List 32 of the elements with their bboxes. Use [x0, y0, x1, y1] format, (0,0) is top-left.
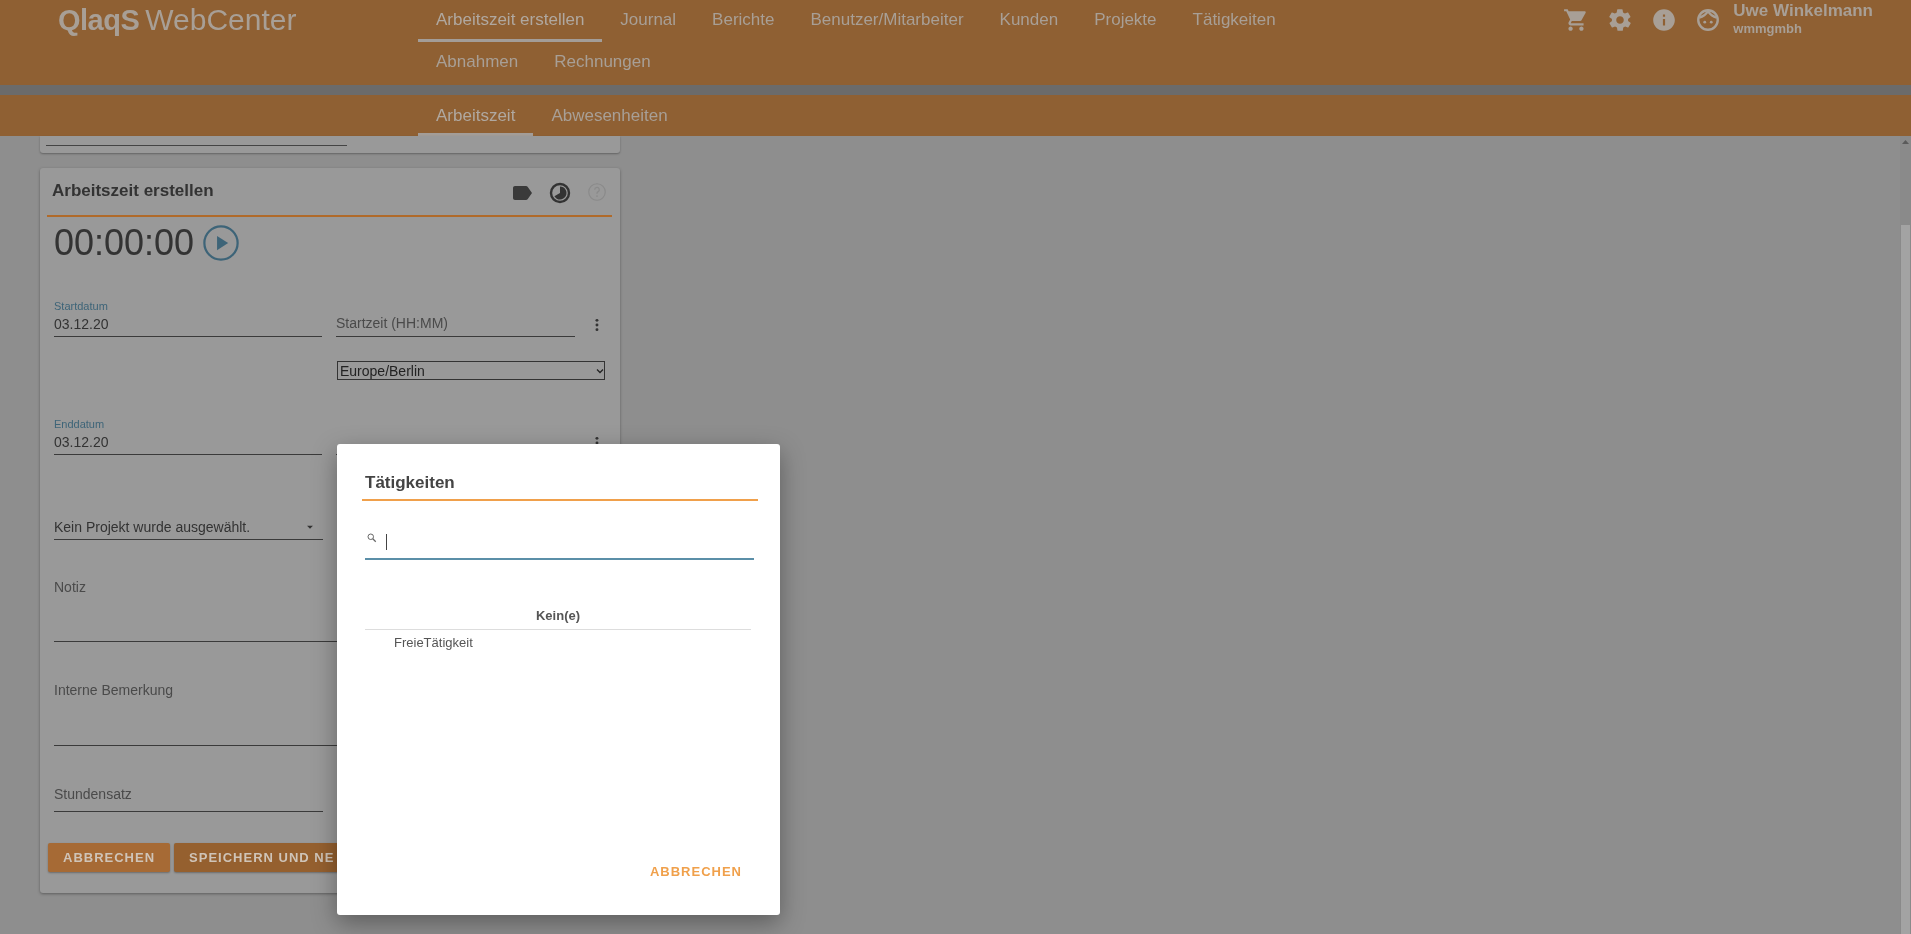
cancel-button[interactable]: ABBRECHEN — [641, 858, 750, 885]
nav-tab[interactable]: Arbeitszeit erstellen — [418, 0, 603, 42]
nav-tab[interactable]: Tätigkeiten — [1174, 0, 1294, 42]
column-header: Kein(e) — [365, 601, 751, 630]
nav-tab[interactable]: Journal — [602, 0, 695, 42]
info-icon[interactable] — [1651, 7, 1678, 33]
date-field[interactable]: Startdatum 03.12.20 — [54, 300, 322, 337]
clock-icon[interactable] — [548, 181, 572, 205]
project-dropdown[interactable]: Kein Projekt wurde ausgewählt. — [54, 515, 323, 540]
nav-tab[interactable]: Berichte — [694, 0, 793, 42]
company-name: wmmgmbh — [1733, 21, 1803, 36]
user-name: Uwe Winkelmann — [1733, 1, 1873, 21]
timezone-select[interactable]: Europe/Berlin — [337, 361, 605, 380]
date-field[interactable]: Enddatum 03.12.20 — [54, 418, 322, 455]
nav-tab[interactable]: Projekte — [1076, 0, 1175, 42]
dialog-title: Tätigkeiten — [364, 472, 456, 494]
search-icon — [366, 532, 378, 544]
nav-tab[interactable]: Benutzer/Mitarbeiter — [792, 0, 982, 42]
cancel-button[interactable]: ABBRECHEN — [48, 843, 171, 872]
avatar-icon[interactable] — [1695, 7, 1722, 33]
card-title: Arbeitszeit erstellen — [52, 181, 214, 201]
time-field[interactable]: Startzeit (HH:MM) — [335, 314, 576, 337]
timer-display: 00:00:00 — [54, 222, 195, 264]
nav-tab[interactable]: Rechnungen — [536, 42, 669, 84]
play-icon[interactable] — [202, 224, 241, 262]
nav-tab[interactable]: Kunden — [981, 0, 1077, 42]
logo-product: WebCenter — [145, 3, 297, 37]
settings-icon[interactable] — [1607, 7, 1634, 33]
nav-tab[interactable]: Abnahmen — [418, 42, 537, 84]
sub-tab[interactable]: Abwesenheiten — [533, 95, 686, 136]
rate-field[interactable]: Stundensatz — [54, 785, 323, 812]
logo-brand: QlaqS — [58, 3, 140, 37]
